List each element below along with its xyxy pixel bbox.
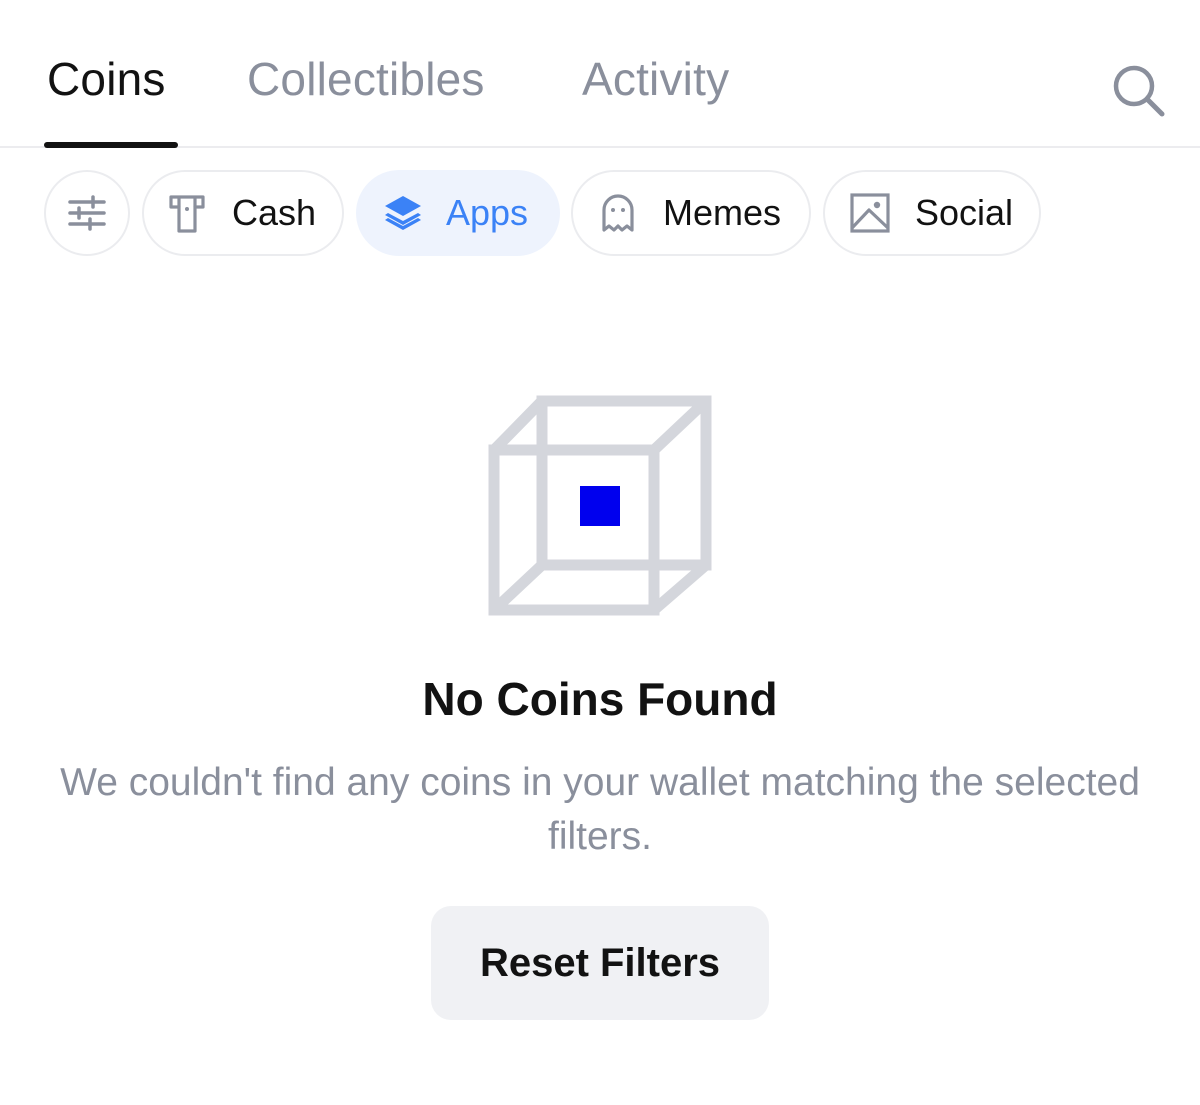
reset-filters-button[interactable]: Reset Filters bbox=[431, 906, 769, 1020]
filter-chip-social[interactable]: Social bbox=[823, 170, 1041, 256]
chip-label-memes: Memes bbox=[663, 192, 782, 233]
tab-coins[interactable]: Coins bbox=[47, 52, 166, 106]
image-icon bbox=[849, 192, 891, 234]
search-button[interactable] bbox=[1110, 62, 1168, 120]
wallet-page: Coins Collectibles Activity Cash Apps Me… bbox=[0, 0, 1200, 1105]
tab-collectibles[interactable]: Collectibles bbox=[247, 52, 485, 106]
active-tab-indicator bbox=[44, 142, 178, 148]
empty-state-title: No Coins Found bbox=[422, 673, 778, 725]
chip-label-apps: Apps bbox=[446, 192, 529, 233]
filter-chip-cash[interactable]: Cash bbox=[142, 170, 344, 256]
chip-label-social: Social bbox=[915, 192, 1014, 233]
tab-activity[interactable]: Activity bbox=[582, 52, 729, 106]
search-icon bbox=[1113, 65, 1165, 117]
empty-state-description: We couldn't find any coins in your walle… bbox=[60, 761, 1140, 858]
ghost-icon bbox=[597, 192, 639, 234]
filter-chip-apps[interactable]: Apps bbox=[356, 170, 560, 256]
tab-bar: Coins Collectibles Activity bbox=[0, 0, 1200, 148]
cash-icon bbox=[166, 192, 208, 234]
sliders-icon bbox=[66, 192, 108, 234]
chip-label-cash: Cash bbox=[232, 192, 317, 233]
cube-icon bbox=[488, 395, 712, 616]
filter-chip-memes[interactable]: Memes bbox=[571, 170, 811, 256]
layers-icon bbox=[382, 192, 424, 234]
filter-settings-button[interactable] bbox=[44, 170, 130, 256]
